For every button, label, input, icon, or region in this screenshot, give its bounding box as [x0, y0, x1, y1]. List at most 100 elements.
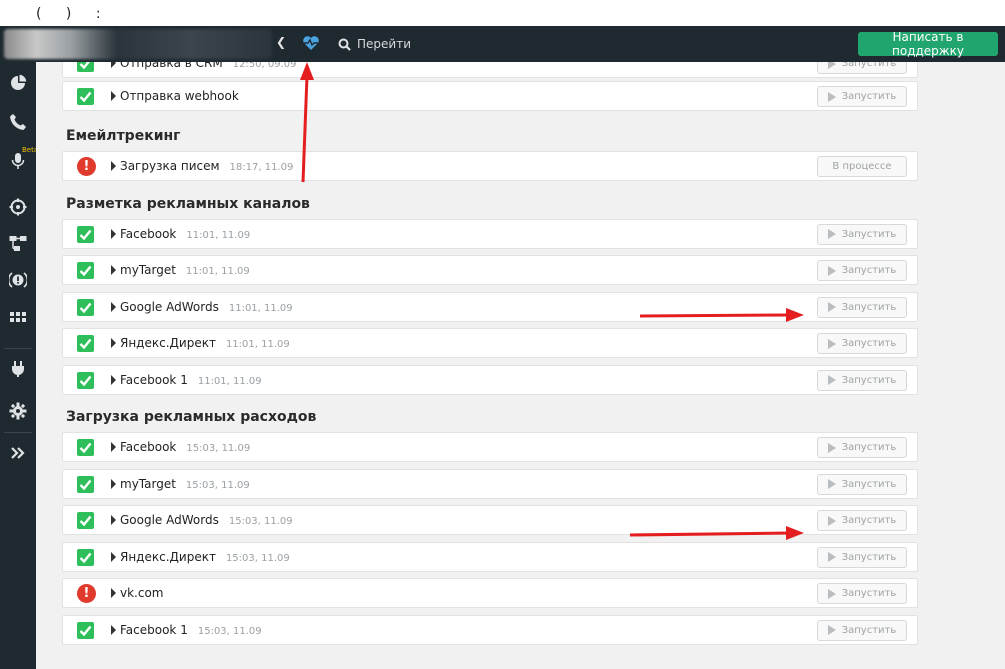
go-label: Перейти — [357, 37, 411, 51]
check-icon — [77, 262, 94, 279]
check-icon — [77, 88, 94, 105]
sidebar-item-settings[interactable] — [0, 396, 36, 426]
check-icon — [77, 621, 94, 639]
run-button[interactable]: Запустить — [817, 260, 907, 281]
microphone-icon — [11, 153, 25, 169]
caret-right-icon[interactable] — [111, 265, 116, 275]
run-button[interactable]: Запустить — [817, 546, 907, 568]
caret-right-icon[interactable] — [111, 228, 116, 239]
play-icon — [827, 588, 836, 599]
run-button[interactable]: Запустить — [817, 369, 907, 391]
check-icon — [77, 62, 94, 72]
caret-right-icon[interactable] — [111, 91, 116, 101]
task-row: Яндекс.Директ 11:01, 11.09 Запустить — [62, 328, 918, 358]
play-icon — [827, 479, 836, 489]
play-icon — [827, 302, 836, 312]
task-name: Отправка webhook — [120, 89, 239, 103]
search-icon — [338, 38, 351, 51]
play-icon — [827, 338, 836, 349]
sidebar-item-alerts[interactable] — [0, 265, 36, 295]
play-icon — [827, 91, 836, 102]
task-label[interactable]: Facebook 15:03, 11.09 — [120, 440, 250, 454]
task-name: Google AdWords — [120, 299, 219, 314]
crosshair-icon — [9, 198, 27, 216]
task-time: 11:01, 11.09 — [225, 339, 290, 350]
sidebar-expand-button[interactable] — [0, 438, 36, 468]
check-icon — [77, 475, 94, 493]
task-name: Яндекс.Директ — [120, 336, 216, 350]
sitemap-icon — [9, 236, 27, 251]
task-time: 11:01, 11.09 — [197, 375, 262, 387]
run-button[interactable]: Запустить — [817, 333, 907, 354]
support-button[interactable]: Написать в поддержку — [858, 30, 998, 58]
run-button[interactable]: Запустить — [817, 619, 907, 641]
task-label[interactable]: Facebook 11:01, 11.09 — [120, 227, 250, 241]
sidebar-item-calls[interactable] — [0, 107, 36, 137]
pie-chart-icon — [11, 74, 27, 90]
task-label[interactable]: myTarget 15:03, 11.09 — [120, 477, 250, 491]
chevron-down-icon[interactable]: ❮ — [276, 35, 286, 49]
caret-right-icon[interactable] — [111, 374, 116, 385]
in-progress-button[interactable]: В процессе — [817, 156, 907, 177]
run-button[interactable]: Запустить — [817, 223, 907, 245]
sidebar: Beta — [0, 62, 38, 669]
run-button[interactable]: Запустить — [817, 62, 907, 74]
heart-pulse-icon[interactable] — [301, 32, 321, 54]
caret-right-icon[interactable] — [111, 551, 116, 562]
button-label: Запустить — [841, 228, 897, 240]
task-name: Google AdWords — [120, 513, 219, 527]
task-label[interactable]: Яндекс.Директ 15:03, 11.09 — [120, 550, 290, 564]
button-label: Запустить — [841, 588, 897, 599]
sidebar-item-apps[interactable] — [0, 302, 36, 332]
task-label[interactable]: myTarget 11:01, 11.09 — [120, 263, 250, 277]
button-label: Запустить — [841, 62, 897, 69]
run-button[interactable]: Запустить — [817, 510, 907, 531]
task-label[interactable]: Google AdWords 11:01, 11.09 — [120, 300, 293, 314]
play-icon — [827, 552, 836, 562]
caret-right-icon[interactable] — [111, 62, 116, 68]
run-button[interactable]: Запустить — [817, 296, 907, 318]
task-label[interactable]: Facebook 1 11:01, 11.09 — [120, 373, 262, 387]
go-search[interactable]: Перейти — [338, 35, 438, 53]
task-label[interactable]: Отправка в CRM 12:50, 09.09 — [120, 62, 297, 70]
sidebar-item-structure[interactable] — [0, 228, 36, 258]
caret-right-icon[interactable] — [111, 624, 116, 635]
task-label[interactable]: Facebook 1 15:03, 11.09 — [120, 623, 262, 637]
sidebar-item-targets[interactable] — [0, 192, 36, 222]
plug-icon — [12, 361, 24, 377]
run-button[interactable]: Запустить — [817, 86, 907, 107]
double-chevron-right-icon — [11, 447, 25, 459]
task-label[interactable]: vk.com — [120, 586, 174, 600]
play-icon — [827, 515, 836, 526]
play-icon — [827, 62, 836, 69]
task-label[interactable]: Загрузка писем 18:17, 11.09 — [120, 159, 293, 173]
task-label[interactable]: Яндекс.Директ 11:01, 11.09 — [120, 336, 290, 350]
button-label: Запустить — [841, 301, 897, 313]
caret-right-icon[interactable] — [111, 161, 116, 171]
caret-right-icon[interactable] — [111, 478, 116, 489]
task-row: Отправка webhook Запустить — [62, 81, 918, 111]
run-button[interactable]: Запустить — [817, 473, 907, 495]
run-button[interactable]: Запустить — [817, 583, 907, 604]
sidebar-item-speech[interactable]: Beta — [0, 146, 38, 176]
caret-right-icon[interactable] — [111, 442, 116, 452]
play-icon — [827, 625, 836, 635]
account-selector-blurred[interactable] — [4, 29, 272, 59]
caret-right-icon[interactable] — [111, 338, 116, 348]
play-icon — [827, 442, 836, 453]
task-time: 11:01, 11.09 — [185, 266, 250, 277]
sidebar-item-reports[interactable] — [0, 68, 36, 98]
task-label[interactable]: Google AdWords 15:03, 11.09 — [120, 513, 293, 527]
sidebar-item-integrations[interactable] — [0, 354, 36, 384]
check-icon — [77, 225, 94, 243]
task-label[interactable]: Отправка webhook — [120, 89, 249, 103]
caret-right-icon[interactable] — [111, 588, 116, 598]
section-title: Разметка рекламных каналов — [66, 195, 310, 212]
task-time: 15:03, 11.09 — [186, 443, 251, 454]
task-row: ! Загрузка писем 18:17, 11.09 В процессе — [62, 151, 918, 181]
caret-right-icon[interactable] — [111, 301, 116, 312]
run-button[interactable]: Запустить — [817, 437, 907, 458]
check-icon — [77, 371, 94, 389]
task-time: 15:03, 11.09 — [185, 479, 250, 491]
caret-right-icon[interactable] — [111, 515, 116, 525]
